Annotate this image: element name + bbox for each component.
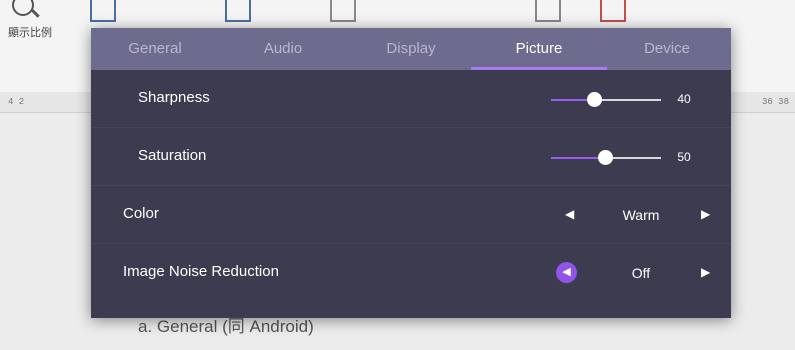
document-icon — [90, 0, 116, 22]
saturation-slider[interactable] — [551, 150, 661, 165]
tab-picture[interactable]: Picture — [471, 28, 607, 70]
color-prev-arrow-icon[interactable]: ◀ — [565, 207, 574, 221]
color-row[interactable]: Color ◀ Warm ▶ — [91, 186, 731, 244]
tab-display[interactable]: Display — [347, 28, 475, 70]
tab-audio[interactable]: Audio — [219, 28, 347, 70]
sharpness-row[interactable]: Sharpness 40 — [91, 70, 731, 128]
window-icon — [225, 0, 251, 22]
sharpness-label: Sharpness — [138, 89, 210, 106]
ruler-left-marks: 4 2 — [8, 97, 25, 107]
tab-device[interactable]: Device — [603, 28, 731, 70]
noise-reduction-next-arrow-icon[interactable]: ▶ — [701, 265, 710, 279]
noise-reduction-row[interactable]: Image Noise Reduction ◀ Off ▶ — [91, 244, 731, 301]
noise-reduction-value: Off — [631, 265, 651, 281]
zoom-icon — [12, 0, 34, 16]
sharpness-slider[interactable] — [551, 92, 661, 107]
frame-icon — [330, 0, 356, 22]
picture-settings-list: Sharpness 40 Saturation 50 Color ◀ Warm … — [91, 70, 731, 301]
tab-general[interactable]: General — [91, 28, 219, 70]
saturation-slider-knob[interactable] — [598, 150, 613, 165]
saturation-label: Saturation — [138, 147, 207, 164]
chart-icon — [600, 0, 626, 22]
layout-icon — [535, 0, 561, 22]
color-next-arrow-icon[interactable]: ▶ — [701, 207, 710, 221]
sharpness-slider-knob[interactable] — [587, 92, 602, 107]
settings-tab-bar: General Audio Display Picture Device — [91, 28, 731, 70]
color-label: Color — [123, 205, 159, 222]
saturation-value: 50 — [677, 150, 691, 164]
sharpness-value: 40 — [677, 92, 691, 106]
color-value: Warm — [622, 207, 660, 223]
noise-reduction-prev-arrow-icon[interactable]: ◀ — [556, 262, 577, 283]
saturation-row[interactable]: Saturation 50 — [91, 128, 731, 186]
noise-reduction-label: Image Noise Reduction — [123, 263, 279, 280]
zoom-label: 顯示比例 — [8, 27, 52, 39]
ruler-right-marks: 36 38 — [761, 97, 789, 107]
settings-panel: General Audio Display Picture Device Sha… — [91, 28, 731, 318]
